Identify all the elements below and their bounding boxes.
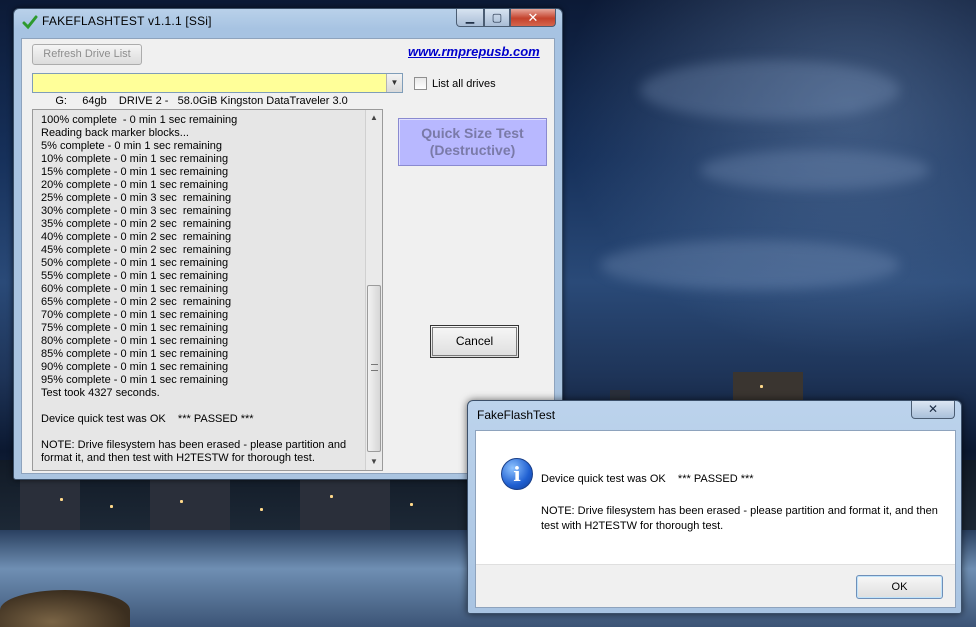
list-all-drives-label: List all drives bbox=[432, 77, 496, 90]
close-button[interactable]: ✕ bbox=[510, 9, 556, 27]
scroll-up-icon[interactable]: ▲ bbox=[366, 110, 382, 126]
cloud bbox=[700, 150, 930, 190]
maximize-button[interactable]: ▢ bbox=[484, 9, 510, 27]
info-icon: i bbox=[501, 458, 533, 490]
list-all-drives-checkbox[interactable]: List all drives bbox=[414, 77, 496, 90]
maximize-icon: ▢ bbox=[491, 12, 503, 24]
log-text: 100% complete - 0 min 1 sec remaining Re… bbox=[41, 114, 347, 464]
drive-select[interactable]: G: 64gb DRIVE 2 - 58.0GiB Kingston DataT… bbox=[32, 73, 403, 107]
scroll-thumb[interactable] bbox=[367, 285, 381, 452]
scroll-down-icon[interactable]: ▼ bbox=[366, 454, 382, 470]
checkmark-app-icon bbox=[22, 15, 38, 30]
cloud bbox=[600, 240, 900, 290]
building bbox=[20, 480, 80, 530]
quick-size-test-button[interactable]: Quick Size Test (Destructive) bbox=[398, 118, 547, 166]
message-box-content: i Device quick test was OK *** PASSED **… bbox=[475, 430, 956, 608]
rmprepusb-link[interactable]: www.rmprepusb.com bbox=[408, 44, 540, 59]
message-box-footer: OK bbox=[476, 564, 955, 607]
caption-buttons: ▁ ▢ ✕ bbox=[456, 9, 556, 27]
ok-button[interactable]: OK bbox=[856, 575, 943, 599]
window-title: FAKEFLASHTEST v1.1.1 [SSi] bbox=[42, 14, 212, 28]
checkbox-box[interactable] bbox=[414, 77, 427, 90]
city-light bbox=[180, 500, 183, 503]
close-icon: ✕ bbox=[527, 9, 539, 25]
city-light bbox=[260, 508, 263, 511]
log-scrollbar[interactable]: ▲ ▼ bbox=[365, 110, 382, 470]
message-box-close-button[interactable]: ✕ bbox=[911, 401, 955, 419]
chevron-down-icon[interactable]: ▼ bbox=[386, 74, 402, 92]
city-light bbox=[110, 505, 113, 508]
message-box-title: FakeFlashTest bbox=[477, 408, 556, 422]
grip-icon bbox=[371, 364, 378, 371]
log-output[interactable]: 100% complete - 0 min 1 sec remaining Re… bbox=[32, 109, 383, 471]
title-bar[interactable]: FAKEFLASHTEST v1.1.1 [SSi] ▁ ▢ ✕ bbox=[14, 9, 562, 33]
city-light bbox=[330, 495, 333, 498]
minimize-button[interactable]: ▁ bbox=[456, 9, 484, 27]
close-icon: ✕ bbox=[927, 402, 939, 416]
building bbox=[300, 478, 390, 530]
drive-select-value: G: 64gb DRIVE 2 - 58.0GiB Kingston DataT… bbox=[55, 95, 348, 107]
message-note-text: NOTE: Drive filesystem has been erased -… bbox=[541, 505, 938, 532]
city-light bbox=[760, 385, 763, 388]
message-result-text: Device quick test was OK *** PASSED *** bbox=[541, 473, 754, 485]
refresh-drive-list-button[interactable]: Refresh Drive List bbox=[32, 44, 142, 65]
cancel-button[interactable]: Cancel bbox=[430, 325, 519, 358]
cloud bbox=[640, 60, 900, 120]
destructive-label: (Destructive) bbox=[429, 142, 516, 158]
minimize-icon: ▁ bbox=[465, 12, 475, 24]
city-light bbox=[410, 503, 413, 506]
foreground-rock bbox=[0, 590, 130, 627]
message-box: FakeFlashTest ✕ i Device quick test was … bbox=[467, 400, 962, 614]
city-light bbox=[60, 498, 63, 501]
quick-size-test-label: Quick Size Test bbox=[421, 125, 524, 141]
